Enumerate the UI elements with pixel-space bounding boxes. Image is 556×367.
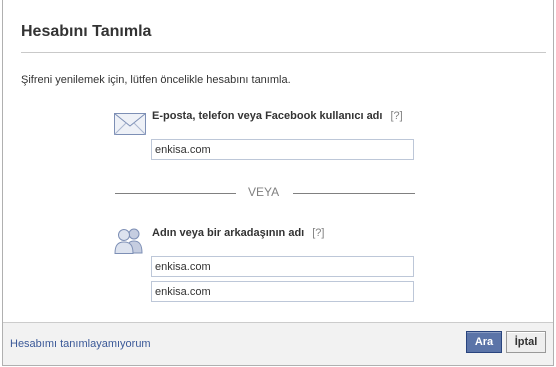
friend-name-field[interactable] bbox=[151, 281, 414, 302]
or-divider-left bbox=[115, 193, 236, 194]
cannot-identify-link[interactable]: Hesabımı tanımlayamıyorum bbox=[10, 338, 151, 350]
email-label-text: E-posta, telefon veya Facebook kullanıcı… bbox=[152, 110, 383, 122]
email-label: E-posta, telefon veya Facebook kullanıcı… bbox=[152, 110, 403, 122]
dialog-title: Hesabını Tanımla bbox=[21, 23, 152, 40]
name-help-link[interactable]: [?] bbox=[312, 227, 324, 239]
dialog-footer: Hesabımı tanımlayamıyorum Ara İptal bbox=[3, 322, 553, 365]
identify-account-dialog: Hesabını Tanımla Şifreni yenilemek için,… bbox=[2, 0, 554, 366]
people-icon bbox=[114, 226, 144, 254]
instruction-text: Şifreni yenilemek için, lütfen öncelikle… bbox=[21, 74, 291, 86]
email-field[interactable] bbox=[151, 139, 414, 160]
or-divider-right bbox=[293, 193, 415, 194]
search-button[interactable]: Ara bbox=[466, 331, 502, 353]
title-divider bbox=[21, 52, 546, 53]
name-label-text: Adın veya bir arkadaşının adı bbox=[152, 227, 305, 239]
email-help-link[interactable]: [?] bbox=[390, 110, 402, 122]
name-field[interactable] bbox=[151, 256, 414, 277]
name-label: Adın veya bir arkadaşının adı [?] bbox=[152, 227, 324, 239]
or-divider-text: VEYA bbox=[248, 185, 280, 199]
envelope-icon bbox=[114, 113, 146, 135]
cancel-button[interactable]: İptal bbox=[506, 331, 546, 353]
